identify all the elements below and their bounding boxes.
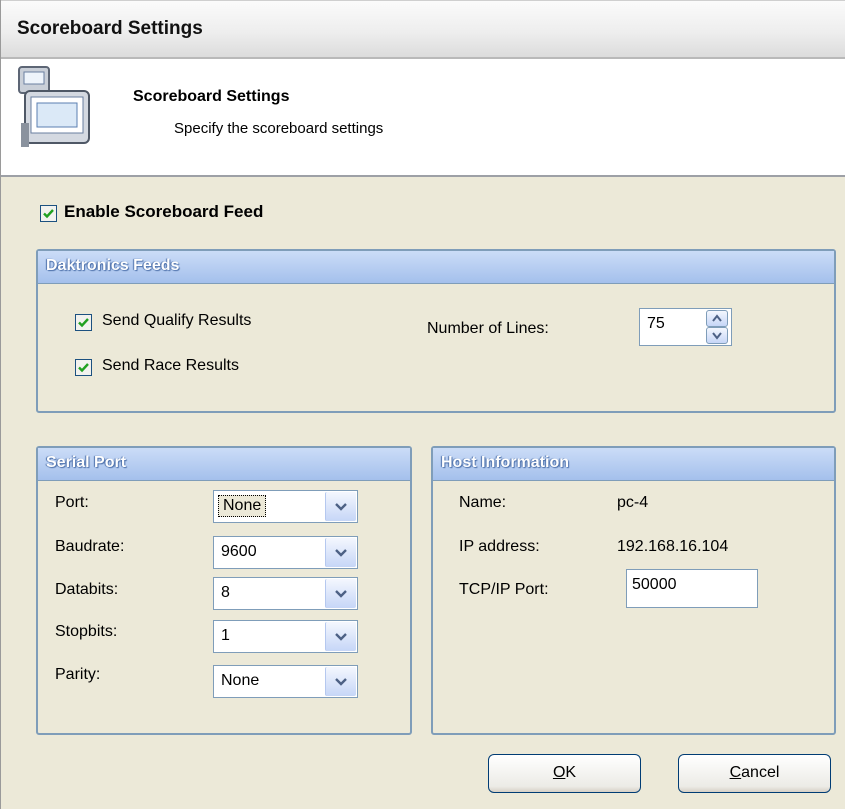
checkmark-icon — [78, 363, 89, 373]
databits-label: Databits: — [55, 581, 119, 598]
send-qualify-label[interactable]: Send Qualify Results — [102, 312, 251, 330]
checkmark-icon — [43, 209, 54, 219]
ip-address-label: IP address: — [459, 538, 540, 555]
host-information-header: Host Information — [433, 448, 834, 481]
parity-value: None — [221, 672, 260, 689]
ok-button-label: OK — [552, 764, 577, 781]
number-of-lines-input[interactable]: 75 — [639, 308, 732, 346]
window-title: Scoreboard Settings — [17, 18, 203, 39]
spin-down-button[interactable] — [706, 327, 728, 344]
header-title: Scoreboard Settings — [133, 88, 290, 105]
scoreboard-settings-dialog: Scoreboard Settings Scoreboard Settings … — [0, 0, 845, 809]
daktronics-feeds-header: Daktronics Feeds — [38, 251, 834, 284]
host-information-title: Host Information — [441, 454, 569, 471]
serial-port-header: Serial Port — [38, 448, 410, 481]
tcp-port-input[interactable]: 50000 — [626, 569, 758, 608]
baudrate-dropdown-button[interactable] — [325, 538, 356, 567]
tcp-port-label: TCP/IP Port: — [459, 581, 549, 598]
databits-value: 8 — [221, 584, 230, 601]
dialog-header: Scoreboard Settings Specify the scoreboa… — [1, 59, 845, 177]
number-of-lines-value: 75 — [647, 315, 665, 332]
title-bar[interactable]: Scoreboard Settings — [1, 0, 845, 59]
databits-select[interactable]: 8 — [213, 577, 358, 610]
ok-button[interactable]: OK — [488, 754, 641, 793]
baudrate-select[interactable]: 9600 — [213, 536, 358, 569]
stopbits-label: Stopbits: — [55, 623, 118, 640]
baudrate-label: Baudrate: — [55, 538, 125, 555]
port-select[interactable]: None — [213, 490, 358, 523]
chevron-down-icon — [335, 549, 347, 557]
stopbits-select[interactable]: 1 — [213, 620, 358, 653]
serial-port-group: Serial Port Port: None Baudrate: 9600 Da… — [36, 446, 412, 735]
arrow-down-icon — [712, 332, 722, 340]
parity-select[interactable]: None — [213, 665, 358, 698]
send-qualify-checkbox[interactable] — [75, 314, 92, 331]
serial-port-title: Serial Port — [46, 454, 127, 471]
port-value: None — [218, 495, 267, 517]
host-name-value: pc-4 — [617, 494, 649, 511]
baudrate-value: 9600 — [221, 543, 257, 560]
daktronics-feeds-title: Daktronics Feeds — [46, 257, 180, 274]
checkmark-icon — [78, 318, 89, 328]
number-of-lines-spinner — [706, 309, 728, 345]
arrow-up-icon — [712, 314, 722, 322]
chevron-down-icon — [335, 590, 347, 598]
stopbits-dropdown-button[interactable] — [325, 622, 356, 651]
ip-address-value: 192.168.16.104 — [617, 538, 729, 555]
enable-feed-label[interactable]: Enable Scoreboard Feed — [64, 202, 263, 222]
header-subtitle: Specify the scoreboard settings — [174, 120, 384, 137]
chevron-down-icon — [335, 678, 347, 686]
spin-up-button[interactable] — [706, 310, 728, 327]
daktronics-feeds-group: Daktronics Feeds Send Qualify Results Se… — [36, 249, 836, 413]
enable-feed-checkbox[interactable] — [40, 205, 57, 222]
port-dropdown-button[interactable] — [325, 492, 356, 521]
chevron-down-icon — [335, 503, 347, 511]
tcp-port-value: 50000 — [632, 576, 677, 593]
host-information-group: Host Information Name: pc-4 IP address: … — [431, 446, 836, 735]
parity-label: Parity: — [55, 666, 101, 683]
settings-window-icon — [15, 63, 95, 153]
stopbits-value: 1 — [221, 627, 230, 644]
send-race-label[interactable]: Send Race Results — [102, 357, 239, 375]
chevron-down-icon — [335, 633, 347, 641]
parity-dropdown-button[interactable] — [325, 667, 356, 696]
number-of-lines-label: Number of Lines: — [427, 320, 549, 337]
cancel-button[interactable]: Cancel — [678, 754, 831, 793]
databits-dropdown-button[interactable] — [325, 579, 356, 608]
send-race-checkbox[interactable] — [75, 359, 92, 376]
cancel-button-label: Cancel — [729, 764, 780, 781]
port-label: Port: — [55, 494, 89, 511]
host-name-label: Name: — [459, 494, 507, 511]
